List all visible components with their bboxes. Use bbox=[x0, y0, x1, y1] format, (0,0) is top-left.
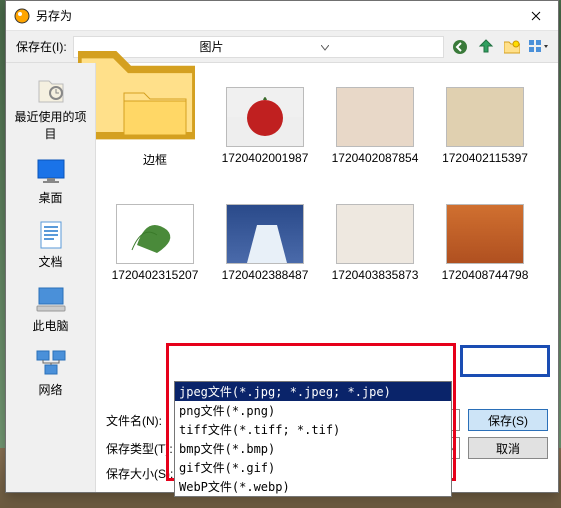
close-button[interactable] bbox=[513, 1, 558, 30]
image-thumb bbox=[221, 192, 309, 264]
file-item[interactable]: 1720402115397 bbox=[436, 75, 534, 168]
dropdown-option[interactable]: tiff文件(*.tiff; *.tif) bbox=[175, 420, 451, 439]
file-item[interactable]: 1720403835873 bbox=[326, 192, 424, 282]
file-item[interactable]: 1720402315207 bbox=[106, 192, 204, 282]
sidebar-item-documents[interactable]: 文档 bbox=[6, 216, 95, 274]
dropdown-option[interactable]: jpeg文件(*.jpg; *.jpeg; *.jpe) bbox=[175, 382, 451, 401]
up-button[interactable] bbox=[476, 37, 496, 57]
image-thumb bbox=[441, 75, 529, 147]
file-label: 1720403835873 bbox=[326, 268, 424, 282]
sidebar-item-recent[interactable]: 最近使用的项目 bbox=[6, 71, 95, 146]
file-label: 边框 bbox=[106, 151, 204, 168]
file-grid: 边框 1720402001987 1720402087854 172040211… bbox=[96, 63, 558, 403]
view-menu-button[interactable] bbox=[528, 37, 548, 57]
file-item[interactable]: 1720408744798 bbox=[436, 192, 534, 282]
file-label: 1720402001987 bbox=[216, 151, 314, 165]
chevron-down-icon bbox=[321, 40, 439, 54]
file-label: 1720402115397 bbox=[436, 151, 534, 165]
location-value: 图片 bbox=[199, 38, 317, 55]
image-thumb bbox=[441, 192, 529, 264]
sidebar-item-label: 文档 bbox=[38, 253, 62, 270]
back-button[interactable] bbox=[450, 37, 470, 57]
sidebar-item-label: 此电脑 bbox=[32, 317, 68, 334]
computer-icon bbox=[35, 284, 67, 314]
sidebar-item-label: 网络 bbox=[38, 381, 62, 398]
folder-icon bbox=[111, 75, 199, 147]
folder-icon bbox=[78, 40, 196, 54]
file-label: 1720402315207 bbox=[106, 268, 204, 282]
dropdown-option[interactable]: gif文件(*.gif) bbox=[175, 458, 451, 477]
places-sidebar: 最近使用的项目 桌面 文档 此电脑 网络 bbox=[6, 63, 96, 492]
sidebar-item-label: 桌面 bbox=[38, 189, 62, 206]
location-combo[interactable]: 图片 bbox=[73, 36, 444, 58]
image-thumb bbox=[331, 75, 419, 147]
filetype-label: 保存类型(T): bbox=[106, 440, 172, 457]
location-toolbar: 保存在(I): 图片 bbox=[6, 31, 558, 63]
location-label: 保存在(I): bbox=[16, 38, 67, 55]
dropdown-option[interactable]: png文件(*.png) bbox=[175, 401, 451, 420]
recent-icon bbox=[35, 75, 67, 105]
filename-label: 文件名(N): bbox=[106, 412, 172, 429]
dropdown-option[interactable]: WebP文件(*.webp) bbox=[175, 477, 451, 496]
file-item[interactable]: 1720402087854 bbox=[326, 75, 424, 168]
sidebar-item-label: 最近使用的项目 bbox=[10, 108, 91, 142]
file-item[interactable]: 1720402388487 bbox=[216, 192, 314, 282]
image-thumb bbox=[111, 192, 199, 264]
window-title: 另存为 bbox=[36, 7, 513, 24]
filesize-label: 保存大小(S): bbox=[106, 465, 172, 482]
desktop-icon bbox=[35, 156, 67, 186]
file-item[interactable]: 1720402001987 bbox=[216, 75, 314, 168]
file-label: 1720408744798 bbox=[436, 268, 534, 282]
titlebar: 另存为 bbox=[6, 1, 558, 31]
network-icon bbox=[35, 348, 67, 378]
app-icon bbox=[14, 8, 30, 24]
dropdown-option[interactable]: bmp文件(*.bmp) bbox=[175, 439, 451, 458]
sidebar-item-computer[interactable]: 此电脑 bbox=[6, 280, 95, 338]
file-item[interactable]: 边框 bbox=[106, 75, 204, 168]
new-folder-button[interactable] bbox=[502, 37, 522, 57]
file-label: 1720402087854 bbox=[326, 151, 424, 165]
image-thumb bbox=[221, 75, 309, 147]
filetype-dropdown[interactable]: jpeg文件(*.jpg; *.jpeg; *.jpe) png文件(*.png… bbox=[174, 381, 452, 497]
file-label: 1720402388487 bbox=[216, 268, 314, 282]
save-button[interactable]: 保存(S) bbox=[468, 409, 548, 431]
documents-icon bbox=[35, 220, 67, 250]
image-thumb bbox=[331, 192, 419, 264]
cancel-button[interactable]: 取消 bbox=[468, 437, 548, 459]
sidebar-item-network[interactable]: 网络 bbox=[6, 344, 95, 402]
sidebar-item-desktop[interactable]: 桌面 bbox=[6, 152, 95, 210]
